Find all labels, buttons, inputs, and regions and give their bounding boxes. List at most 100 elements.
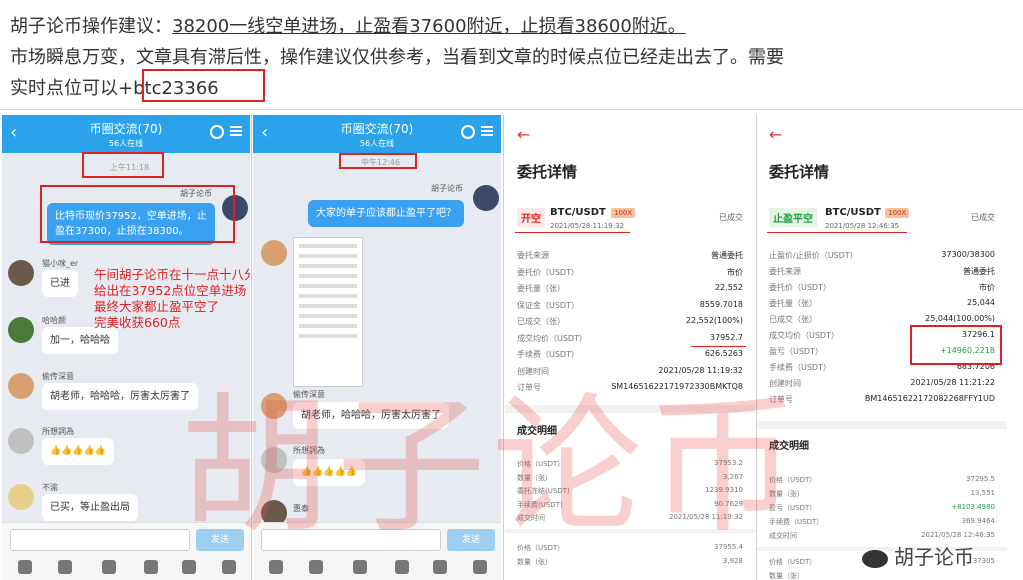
order-status: 已成交 xyxy=(971,213,995,222)
toolbar xyxy=(253,560,501,576)
trading-pair: BTC/USDT xyxy=(825,207,881,218)
detail-row: 委托价（USDT） 市价 xyxy=(517,267,743,283)
row-label: 委托来源 xyxy=(517,251,549,260)
result-highlight-box xyxy=(910,325,1002,365)
time-highlight-box xyxy=(339,153,417,169)
member-name: 偷传深意 xyxy=(42,372,74,381)
row-label: 成交均价（USDT） xyxy=(769,331,839,340)
annotation-text: 午间胡子论币在十一点十八分的时候 给出在37952点位空单进场 最终大家都止盈平… xyxy=(94,267,250,331)
order-date: 2021/05/28 12:46:35 xyxy=(825,222,900,230)
coin-icon[interactable] xyxy=(144,560,158,574)
detail-row: 委托量（张） 22,552 xyxy=(517,283,743,299)
row-value: 市价 xyxy=(727,267,743,277)
row-value: 普通委托 xyxy=(963,267,995,276)
trading-pair: BTC/USDT xyxy=(550,207,606,218)
weibo-logo-icon xyxy=(862,549,888,568)
detail-row: 已成交（张） 22,552(100%) xyxy=(517,316,743,332)
plus-icon[interactable] xyxy=(473,560,487,574)
detail-row: 委托来源 普通委托 xyxy=(769,266,995,282)
advice-line: 胡子论币操作建议：38200一线空单进场，止盈看37600附近，止损看38600… xyxy=(10,12,686,38)
annotation-line: 给出在37952点位空单进场 xyxy=(94,283,247,298)
message-bubble: 已进 xyxy=(42,270,78,297)
avatar[interactable] xyxy=(8,260,34,286)
row-value: 37295.5 xyxy=(966,475,995,483)
coin-icon[interactable] xyxy=(395,560,409,574)
date-underline xyxy=(767,232,907,233)
image-icon[interactable] xyxy=(309,560,323,574)
row-label: 委托量（张） xyxy=(769,299,817,308)
image-icon[interactable] xyxy=(58,560,72,574)
avatar[interactable] xyxy=(261,240,287,266)
photo-icon[interactable] xyxy=(353,560,367,574)
order-status: 已成交 xyxy=(719,213,743,222)
row-label: 委托量（张） xyxy=(517,284,565,293)
order-type-tag: 止盈平空 xyxy=(769,208,817,227)
row-value: 22,552 xyxy=(715,283,743,292)
watermark: 胡子论币 xyxy=(180,380,805,554)
row-value: 25,044 xyxy=(967,298,995,307)
header-text-area: 胡子论币操作建议：38200一线空单进场，止盈看37600附近，止损看38600… xyxy=(0,0,1023,110)
plus-icon[interactable] xyxy=(222,560,236,574)
emoji-icon[interactable] xyxy=(433,560,447,574)
row-label: 成交均价（USDT） xyxy=(517,333,587,343)
row-value: 37300/38300 xyxy=(941,250,995,259)
message-bubble: 大家的单子应该都止盈平了吧？ xyxy=(308,200,464,227)
sender-name: 胡子论币 xyxy=(431,184,463,193)
leverage-badge: 100X xyxy=(885,208,910,218)
detail-row: 止盈价/止损价（USDT） 37300/38300 xyxy=(769,250,995,266)
row-value: 8559.7018 xyxy=(699,299,743,309)
member-name: 所想詞為 xyxy=(42,427,74,436)
back-arrow-icon[interactable]: ← xyxy=(517,125,530,144)
row-label: 委托来源 xyxy=(769,267,801,276)
row-label: 数量（张） xyxy=(769,572,804,580)
detail-row: 委托量（张） 25,044 xyxy=(769,298,995,314)
advice-prefix: 胡子论币操作建议： xyxy=(10,16,172,37)
message-bubble: 👍👍👍👍👍 xyxy=(42,438,115,465)
settings-icon[interactable] xyxy=(461,125,475,139)
order-type-tag: 开空 xyxy=(517,208,545,227)
chat-online-count: 56人在线 xyxy=(108,139,144,148)
row-label: 委托价（USDT） xyxy=(517,267,579,277)
page-title: 委托详情 xyxy=(517,163,578,181)
chat-header: ‹ 币圈交流(70) 56人在线 xyxy=(2,115,250,153)
settings-icon[interactable] xyxy=(210,125,224,139)
microphone-icon[interactable] xyxy=(269,560,283,574)
photo-icon[interactable] xyxy=(102,560,116,574)
fill-row: 数量（张） xyxy=(769,571,995,580)
message-input[interactable] xyxy=(10,529,190,551)
chat-header: ‹ 币圈交流(70) 56人在线 xyxy=(253,115,501,153)
leverage-badge: 100X xyxy=(611,208,636,218)
row-value: +8103.4980 xyxy=(951,503,995,511)
message-bubble: 已买，等止盈出局 xyxy=(42,494,138,521)
page-title: 委托详情 xyxy=(769,163,830,181)
avatar[interactable] xyxy=(8,373,34,399)
row-value: 369.9464 xyxy=(961,517,995,525)
time-highlight-box xyxy=(82,152,164,178)
avatar[interactable] xyxy=(8,428,34,454)
disclaimer-line: 市场瞬息万变，文章具有滞后性，操作建议仅供参考，当看到文章的时候点位已经走出去了… xyxy=(10,47,784,68)
avatar[interactable] xyxy=(8,484,34,510)
member-name: 哈哈颜 xyxy=(42,316,66,325)
microphone-icon[interactable] xyxy=(18,560,32,574)
annotation-line: 午间胡子论币在十一点十八分的时候 xyxy=(94,267,250,282)
row-value: 37952.7 xyxy=(709,332,743,342)
weibo-tag-text: 胡子论币 xyxy=(894,545,974,569)
row-label: 止盈价/止损价（USDT） xyxy=(769,251,858,260)
row-value: 市价 xyxy=(979,283,995,292)
weibo-tag: 胡子论币 xyxy=(862,541,974,570)
annotation-line: 最终大家都止盈平空了 xyxy=(94,299,220,314)
avatar[interactable] xyxy=(8,317,34,343)
back-arrow-icon[interactable]: ← xyxy=(769,125,782,144)
row-value: 25,044(100.00%) xyxy=(925,314,995,323)
chat-online-count: 56人在线 xyxy=(359,139,395,148)
menu-icon[interactable] xyxy=(230,126,242,136)
row-value: 13,551 xyxy=(970,489,996,497)
detail-row: 委托价（USDT） 市价 xyxy=(769,282,995,298)
emoji-icon[interactable] xyxy=(182,560,196,574)
date-underline xyxy=(515,232,630,233)
avatar[interactable] xyxy=(473,185,499,211)
member-name: 不渝 xyxy=(42,483,58,492)
row-value: 2021/05/28 11:21:22 xyxy=(910,378,995,387)
row-label: 已成交（张） xyxy=(769,315,817,324)
menu-icon[interactable] xyxy=(481,126,493,136)
